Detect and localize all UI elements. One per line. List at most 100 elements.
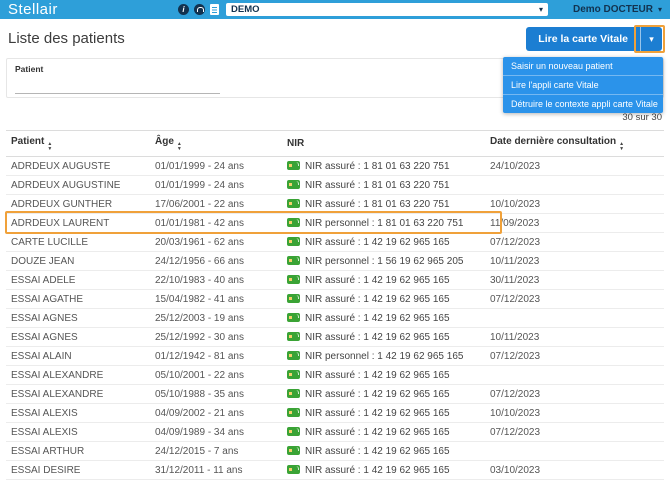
table-row[interactable]: ESSAI ADELE 22/10/1983 - 40 ans NIR assuré…	[6, 270, 664, 290]
table-row[interactable]: ESSAI AGATHE 15/04/1982 - 41 ans NIR assur…	[6, 289, 664, 309]
table-row[interactable]: CARTE LUCILLE 20/03/1961 - 62 ans NIR assu…	[6, 232, 664, 252]
sort-icon	[47, 142, 52, 152]
age-cell: 17/06/2001 - 22 ans	[150, 194, 282, 214]
table-row[interactable]: ESSAI ALEXIS 04/09/1989 - 34 ans NIR assur…	[6, 422, 664, 442]
last-consultation-cell: 24/10/2023	[485, 156, 664, 176]
user-menu[interactable]: Demo DOCTEUR	[573, 4, 662, 15]
nir-cell: NIR assuré : 1 81 01 63 220 751	[282, 156, 485, 176]
column-header[interactable]: Patient	[6, 131, 150, 157]
environment-select[interactable]: DEMO	[226, 3, 548, 16]
nir-text: NIR assuré : 1 42 19 62 965 165	[305, 293, 450, 305]
nir-text: NIR assuré : 1 42 19 62 965 165	[305, 312, 450, 324]
read-vitale-card-button[interactable]: Lire la carte Vitale	[526, 26, 640, 51]
menu-item[interactable]: Détruire le contexte appli carte Vitale	[503, 95, 663, 113]
nir-text: NIR assuré : 1 42 19 62 965 165	[305, 445, 450, 457]
last-consultation-cell: 30/11/2023	[485, 270, 664, 290]
help-icon[interactable]	[194, 4, 205, 15]
last-consultation-cell	[485, 175, 664, 195]
patient-name-cell: ADRDEUX LAURENT	[6, 213, 150, 233]
patient-name-cell: ESSAI AGNES	[6, 327, 150, 347]
column-header[interactable]: Âge	[150, 131, 282, 157]
nir-cell: NIR assuré : 1 42 19 62 965 165	[282, 232, 485, 252]
nir-cell: NIR personnel : 1 42 19 62 965 165	[282, 346, 485, 366]
nir-text: NIR assuré : 1 42 19 62 965 165	[305, 331, 450, 343]
patient-name-cell: ESSAI ADELE	[6, 270, 150, 290]
nir-cell: NIR personnel : 1 81 01 63 220 751	[282, 213, 485, 233]
document-icon[interactable]	[210, 4, 219, 15]
table-row[interactable]: ESSAI AGNES 25/12/1992 - 30 ans NIR assuré…	[6, 327, 664, 347]
last-consultation-cell: 07/12/2023	[485, 422, 664, 442]
vitale-card-icon	[287, 350, 300, 360]
menu-item[interactable]: Saisir un nouveau patient	[503, 57, 663, 76]
nir-text: NIR assuré : 1 42 19 62 965 165	[305, 369, 450, 381]
patient-name-cell: DOUZE JEAN	[6, 251, 150, 271]
age-cell: 15/04/1982 - 41 ans	[150, 289, 282, 309]
age-cell: 24/12/1956 - 66 ans	[150, 251, 282, 271]
vitale-card-icon	[287, 255, 300, 265]
table-row[interactable]: ESSAI DESIRE 31/12/2011 - 11 ans NIR assur…	[6, 460, 664, 480]
nir-text: NIR assuré : 1 42 19 62 965 165	[305, 274, 450, 286]
age-cell: 04/09/1989 - 34 ans	[150, 422, 282, 442]
nir-text: NIR assuré : 1 42 19 62 965 165	[305, 464, 450, 476]
nir-text: NIR personnel : 1 81 01 63 220 751	[305, 217, 464, 229]
patient-name-cell: ESSAI ALEXANDRE	[6, 365, 150, 385]
nir-cell: NIR assuré : 1 42 19 62 965 165	[282, 289, 485, 309]
nir-cell: NIR assuré : 1 42 19 62 965 165	[282, 308, 485, 328]
nir-cell: NIR assuré : 1 81 01 63 220 751	[282, 175, 485, 195]
topbar: Stellair DEMO Demo DOCTEUR	[0, 0, 670, 19]
vitale-card-icon	[287, 388, 300, 398]
table-row[interactable]: ESSAI ALEXIS 04/09/2002 - 21 ans NIR assur…	[6, 403, 664, 423]
environment-value: DEMO	[231, 4, 260, 15]
column-header[interactable]: NIR	[282, 131, 485, 157]
age-cell: 25/12/2003 - 19 ans	[150, 308, 282, 328]
patients-table: PatientÂgeNIRDate dernière consultation …	[6, 130, 664, 480]
table-row[interactable]: ADRDEUX AUGUSTINE 01/01/1999 - 24 ans NIR …	[6, 175, 664, 195]
age-cell: 01/12/1942 - 81 ans	[150, 346, 282, 366]
patient-filter-input[interactable]	[15, 80, 220, 94]
table-row[interactable]: ESSAI ALEXANDRE 05/10/1988 - 35 ans NIR as…	[6, 384, 664, 404]
last-consultation-cell: 07/12/2023	[485, 384, 664, 404]
user-name: Demo DOCTEUR	[572, 4, 653, 15]
nir-cell: NIR assuré : 1 42 19 62 965 165	[282, 422, 485, 442]
nir-text: NIR assuré : 1 42 19 62 965 165	[305, 388, 450, 400]
table-row[interactable]: DOUZE JEAN 24/12/1956 - 66 ans NIR personn…	[6, 251, 664, 271]
info-icon[interactable]	[178, 4, 189, 15]
topbar-icons	[178, 4, 219, 15]
last-consultation-cell: 07/12/2023	[485, 232, 664, 252]
vitale-card-icon	[287, 160, 300, 170]
nir-cell: NIR assuré : 1 42 19 62 965 165	[282, 365, 485, 385]
table-row[interactable]: ADRDEUX GUNTHER 17/06/2001 - 22 ans NIR as…	[6, 194, 664, 214]
nir-cell: NIR assuré : 1 42 19 62 965 165	[282, 327, 485, 347]
last-consultation-cell: 11/09/2023	[485, 213, 664, 233]
patients-table-body: ADRDEUX AUGUSTE 01/01/1999 - 24 ans NIR as…	[6, 156, 664, 480]
nir-text: NIR assuré : 1 42 19 62 965 165	[305, 236, 450, 248]
chevron-down-icon	[658, 6, 662, 14]
sort-icon	[177, 142, 182, 152]
table-row[interactable]: ESSAI ALAIN 01/12/1942 - 81 ans NIR person…	[6, 346, 664, 366]
age-cell: 01/01/1981 - 42 ans	[150, 213, 282, 233]
last-consultation-cell: 10/11/2023	[485, 327, 664, 347]
age-cell: 25/12/1992 - 30 ans	[150, 327, 282, 347]
read-vitale-button-group: Lire la carte Vitale	[526, 26, 662, 51]
column-header-label: NIR	[287, 138, 305, 149]
patient-name-cell: ADRDEUX AUGUSTE	[6, 156, 150, 176]
table-row[interactable]: ADRDEUX LAURENT 01/01/1981 - 42 ans NIR pe…	[6, 213, 664, 233]
table-row[interactable]: ESSAI AGNES 25/12/2003 - 19 ans NIR assuré…	[6, 308, 664, 328]
vitale-card-icon	[287, 179, 300, 189]
patient-name-cell: ESSAI ALAIN	[6, 346, 150, 366]
nir-text: NIR assuré : 1 42 19 62 965 165	[305, 407, 450, 419]
vitale-card-icon	[287, 312, 300, 322]
table-row[interactable]: ESSAI ARTHUR 24/12/2015 - 7 ans NIR assuré…	[6, 441, 664, 461]
age-cell: 31/12/2011 - 11 ans	[150, 460, 282, 480]
patient-name-cell: ADRDEUX GUNTHER	[6, 194, 150, 214]
column-header[interactable]: Date dernière consultation	[485, 131, 664, 157]
table-row[interactable]: ADRDEUX AUGUSTE 01/01/1999 - 24 ans NIR as…	[6, 156, 664, 176]
age-cell: 24/12/2015 - 7 ans	[150, 441, 282, 461]
result-count: 30 sur 30	[622, 112, 662, 123]
last-consultation-cell: 07/12/2023	[485, 346, 664, 366]
table-row[interactable]: ESSAI ALEXANDRE 05/10/2001 - 22 ans NIR as…	[6, 365, 664, 385]
read-vitale-dropdown-arrow[interactable]	[640, 26, 662, 51]
app-window: Stellair DEMO Demo DOCTEUR Liste des pat…	[0, 0, 670, 481]
patient-name-cell: ESSAI AGNES	[6, 308, 150, 328]
menu-item[interactable]: Lire l'appli carte Vitale	[503, 76, 663, 95]
